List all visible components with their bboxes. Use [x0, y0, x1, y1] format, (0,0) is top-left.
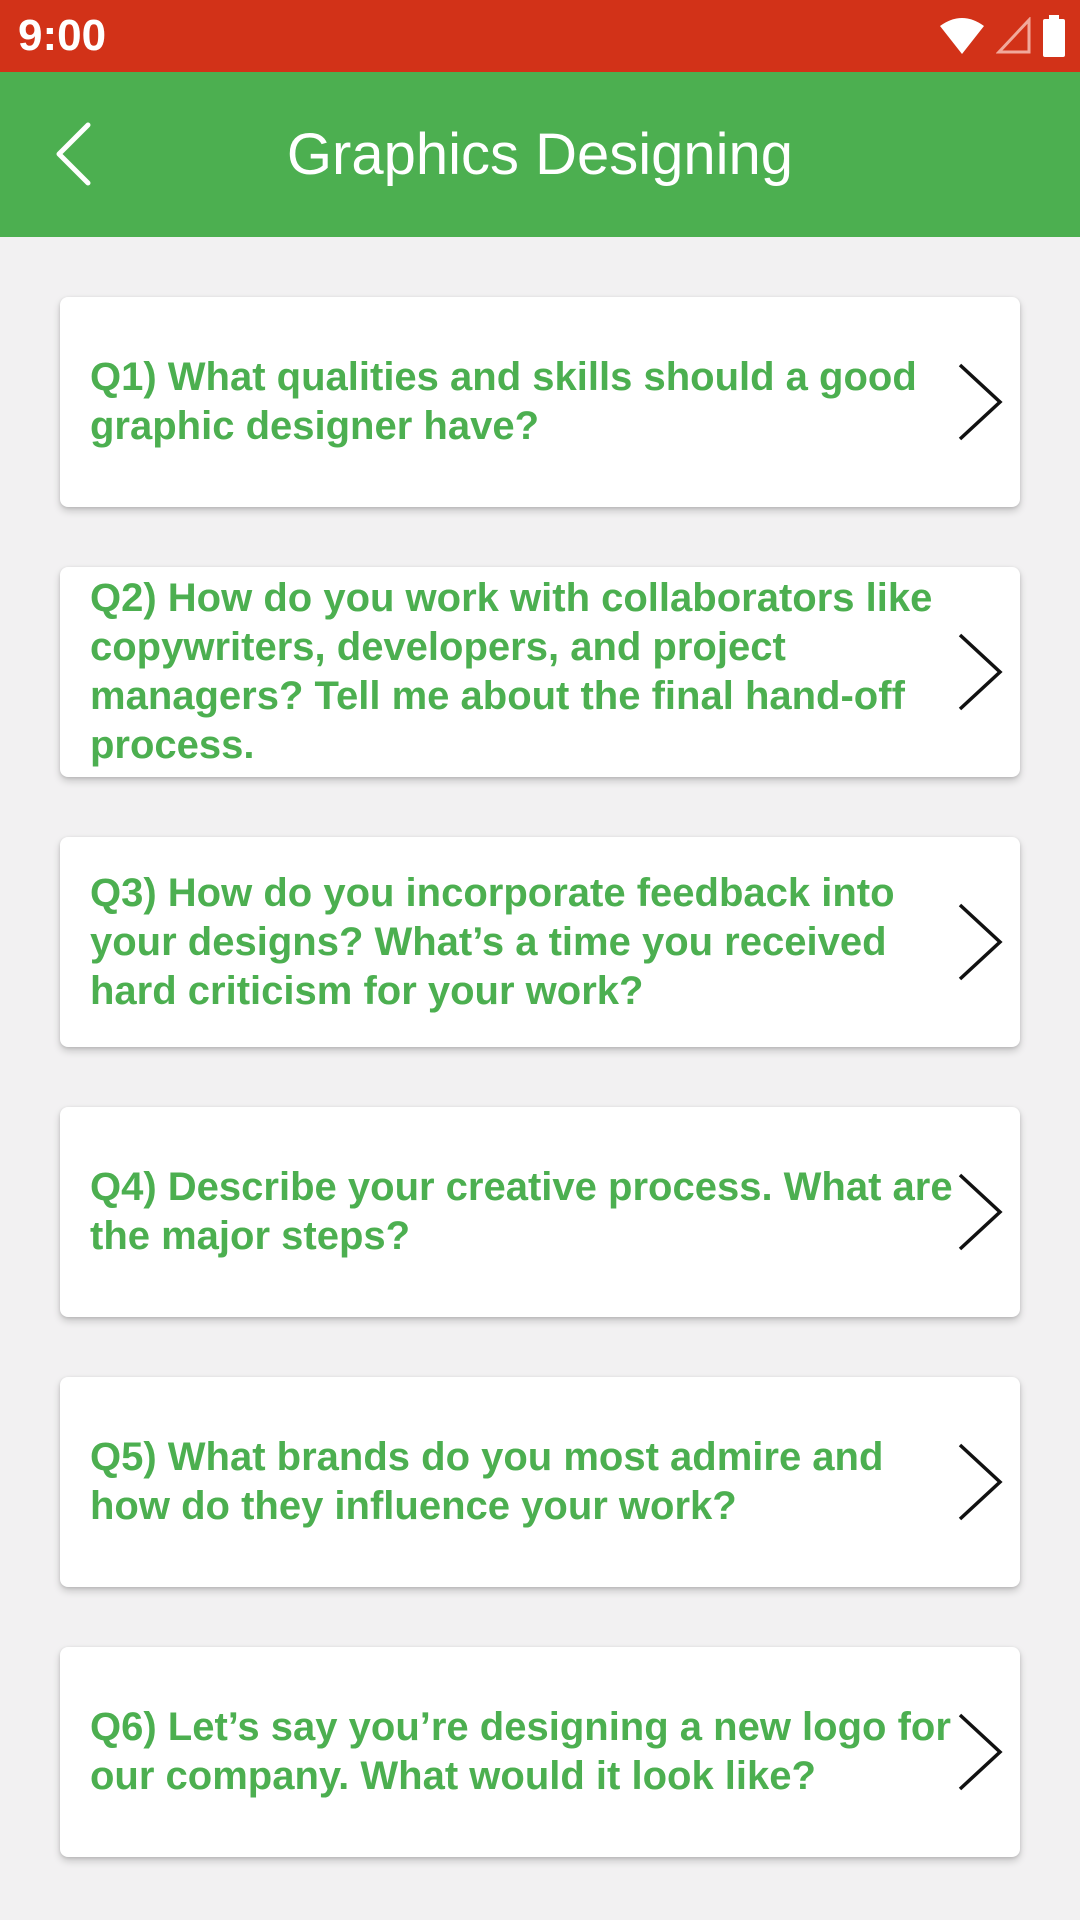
question-card-6[interactable]: Q6) Let’s say you’re designing a new log…: [60, 1647, 1020, 1857]
chevron-right-icon: [958, 903, 1003, 981]
question-text: Q5) What brands do you most admire and h…: [90, 1435, 884, 1528]
chevron-right-icon: [958, 1713, 1003, 1791]
chevron-right-icon: [958, 1173, 1003, 1251]
question-card-1[interactable]: Q1) What qualities and skills should a g…: [60, 297, 1020, 507]
status-icons: [928, 14, 1066, 58]
question-text: Q2) How do you work with collaborators l…: [90, 576, 933, 767]
question-text: Q6) Let’s say you’re designing a new log…: [90, 1705, 951, 1798]
status-bar: 9:00: [0, 0, 1080, 72]
back-button[interactable]: [26, 106, 122, 202]
question-card-3[interactable]: Q3) How do you incorporate feedback into…: [60, 837, 1020, 1047]
cell-signal-icon: [996, 17, 1031, 54]
chevron-right-icon: [958, 633, 1003, 711]
wifi-icon: [940, 18, 984, 54]
chevron-left-icon: [56, 122, 91, 186]
status-time: 9:00: [18, 11, 107, 60]
page-title: Graphics Designing: [286, 122, 794, 187]
question-text: Q4) Describe your creative process. What…: [90, 1165, 953, 1258]
chevron-right-icon: [958, 363, 1003, 441]
question-text: Q1) What qualities and skills should a g…: [90, 355, 917, 448]
battery-icon: [1043, 15, 1065, 57]
app-bar: Graphics Designing: [0, 72, 1080, 237]
question-card-2[interactable]: Q2) How do you work with collaborators l…: [60, 567, 1020, 777]
question-card-4[interactable]: Q4) Describe your creative process. What…: [60, 1107, 1020, 1317]
question-card-5[interactable]: Q5) What brands do you most admire and h…: [60, 1377, 1020, 1587]
question-text: Q3) How do you incorporate feedback into…: [90, 870, 895, 1013]
chevron-right-icon: [958, 1443, 1003, 1521]
